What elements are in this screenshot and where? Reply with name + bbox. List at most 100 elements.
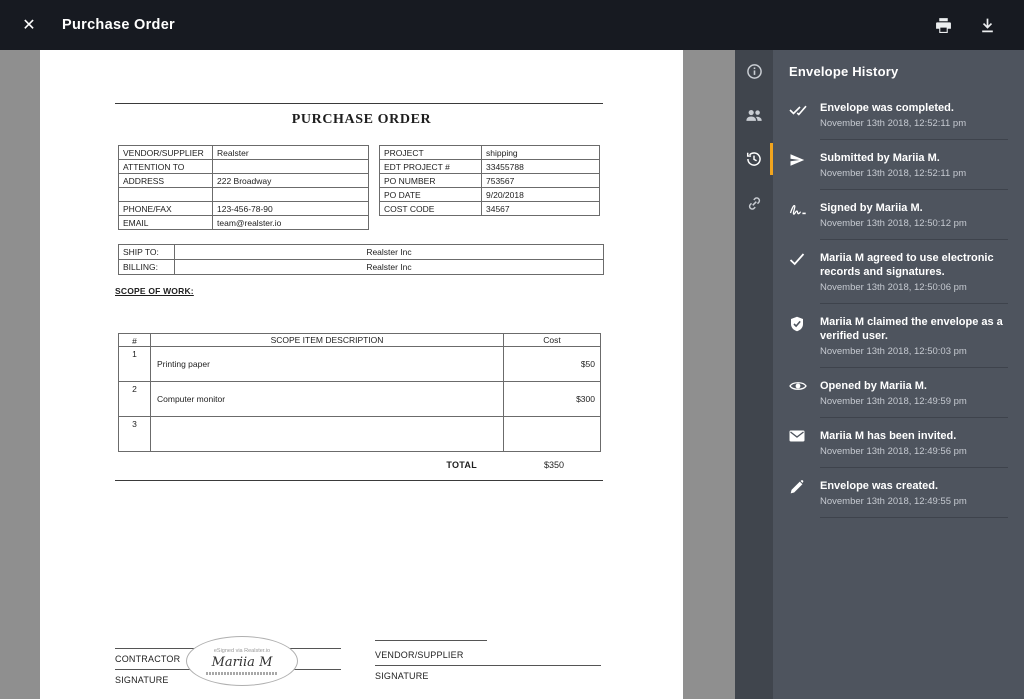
topbar: ✕ Purchase Order — [0, 0, 1024, 50]
history-message: Envelope was created. — [820, 479, 1008, 493]
mail-icon — [789, 429, 820, 468]
history-message: Mariia M has been invited. — [820, 429, 1008, 443]
history-message: Signed by Mariia M. — [820, 201, 1008, 215]
cell-value: shipping — [482, 146, 600, 160]
link-icon[interactable] — [735, 182, 773, 224]
topbar-actions — [932, 14, 998, 36]
history-date: November 13th 2018, 12:49:55 pm — [820, 496, 1008, 508]
eye-icon — [789, 379, 820, 418]
cell-value: Realster — [213, 146, 369, 160]
project-info-table: PROJECTshipping EDT PROJECT #33455788 PO… — [379, 145, 600, 216]
cell-desc — [151, 417, 504, 452]
history-date: November 13th 2018, 12:50:12 pm — [820, 218, 1008, 230]
vendor-signature-block: VENDOR/SUPPLIER SIGNATURE — [375, 640, 601, 686]
history-date: November 13th 2018, 12:50:03 pm — [820, 346, 1008, 358]
panel-title: Envelope History — [789, 64, 1008, 79]
history-entry: Envelope was completed. November 13th 20… — [789, 101, 1008, 140]
cell-value: 123-456-78-90 — [213, 202, 369, 216]
signature-label: SIGNATURE — [375, 671, 601, 681]
ship-billing-table: SHIP TO:Realster Inc BILLING:Realster In… — [118, 244, 604, 275]
close-icon[interactable]: ✕ — [16, 12, 42, 38]
history-message: Envelope was completed. — [820, 101, 1008, 115]
info-icon[interactable] — [735, 50, 773, 92]
double-check-icon — [789, 101, 820, 140]
history-message: Mariia M claimed the envelope as a verif… — [820, 315, 1008, 343]
cell-num: 2 — [119, 382, 151, 417]
cell-desc: Computer monitor — [151, 382, 504, 417]
history-entry: Envelope was created. November 13th 2018… — [789, 479, 1008, 518]
total-label: TOTAL — [118, 460, 505, 470]
cell-cost: $300 — [504, 382, 601, 417]
column-header: SCOPE ITEM DESCRIPTION — [151, 334, 504, 347]
vendor-supplier-label: VENDOR/SUPPLIER — [375, 650, 601, 660]
cell-label: SHIP TO: — [119, 245, 175, 260]
history-entry: Submitted by Mariia M. November 13th 201… — [789, 151, 1008, 190]
history-date: November 13th 2018, 12:49:59 pm — [820, 396, 1008, 408]
purchase-order-document: PURCHASE ORDER VENDOR/SUPPLIERRealster A… — [40, 50, 683, 699]
print-icon[interactable] — [932, 14, 954, 36]
history-entry: Opened by Mariia M. November 13th 2018, … — [789, 379, 1008, 418]
total-value: $350 — [505, 460, 603, 470]
cell-value: Realster Inc — [175, 245, 604, 260]
divider — [820, 239, 1008, 240]
signature-name: Mariia M — [212, 655, 273, 670]
cell-value — [213, 188, 369, 202]
signature-id-microtext — [206, 672, 278, 675]
cell-value: 222 Broadway — [213, 174, 369, 188]
history-icon[interactable] — [735, 138, 773, 180]
check-icon — [789, 251, 820, 304]
signature-line — [375, 640, 487, 641]
bottom-rule — [115, 480, 603, 481]
table-row: 1 Printing paper $50 — [119, 347, 601, 382]
history-date: November 13th 2018, 12:49:56 pm — [820, 446, 1008, 458]
cell-label: EMAIL — [119, 216, 213, 230]
history-message: Mariia M agreed to use electronic record… — [820, 251, 1008, 279]
cell-value: 33455788 — [482, 160, 600, 174]
cell-label: PO DATE — [380, 188, 482, 202]
recipients-icon[interactable] — [735, 94, 773, 136]
divider — [820, 367, 1008, 368]
history-entry: Mariia M claimed the envelope as a verif… — [789, 315, 1008, 368]
send-icon — [789, 151, 820, 190]
history-date: November 13th 2018, 12:52:11 pm — [820, 118, 1008, 130]
divider — [820, 517, 1008, 518]
divider — [820, 417, 1008, 418]
cell-label: PO NUMBER — [380, 174, 482, 188]
history-date: November 13th 2018, 12:52:11 pm — [820, 168, 1008, 180]
cell-num: 1 — [119, 347, 151, 382]
signature-line — [375, 665, 601, 666]
table-row: 3 — [119, 417, 601, 452]
history-entry: Mariia M agreed to use electronic record… — [789, 251, 1008, 304]
page-title: Purchase Order — [62, 17, 175, 33]
total-row: TOTAL $350 — [118, 460, 603, 470]
table-row: 2 Computer monitor $300 — [119, 382, 601, 417]
cell-value: 9/20/2018 — [482, 188, 600, 202]
info-tables: VENDOR/SUPPLIERRealster ATTENTION TO ADD… — [118, 145, 600, 230]
history-entry: Mariia M has been invited. November 13th… — [789, 429, 1008, 468]
main-area: PURCHASE ORDER VENDOR/SUPPLIERRealster A… — [0, 50, 1024, 699]
cell-label: COST CODE — [380, 202, 482, 216]
cell-value: team@realster.io — [213, 216, 369, 230]
history-message: Submitted by Mariia M. — [820, 151, 1008, 165]
esigned-via-text: eSigned via Realster.io — [214, 648, 270, 654]
divider — [820, 303, 1008, 304]
cell-label: BILLING: — [119, 260, 175, 275]
top-rule — [115, 103, 603, 104]
scope-items-table: # SCOPE ITEM DESCRIPTION Cost 1 Printing… — [118, 333, 601, 452]
cell-label: VENDOR/SUPPLIER — [119, 146, 213, 160]
shield-check-icon — [789, 315, 820, 368]
cell-label: ATTENTION TO — [119, 160, 213, 174]
sidebar-icon-strip — [735, 50, 773, 699]
divider — [820, 467, 1008, 468]
history-message: Opened by Mariia M. — [820, 379, 1008, 393]
cell-label: EDT PROJECT # — [380, 160, 482, 174]
divider — [820, 189, 1008, 190]
cell-cost: $50 — [504, 347, 601, 382]
document-viewer: PURCHASE ORDER VENDOR/SUPPLIERRealster A… — [0, 50, 735, 699]
cell-num: 3 — [119, 417, 151, 452]
envelope-history-panel: Envelope History Envelope was completed.… — [773, 50, 1024, 699]
column-header: Cost — [504, 334, 601, 347]
download-icon[interactable] — [976, 14, 998, 36]
pencil-icon — [789, 479, 820, 518]
cell-label — [119, 188, 213, 202]
